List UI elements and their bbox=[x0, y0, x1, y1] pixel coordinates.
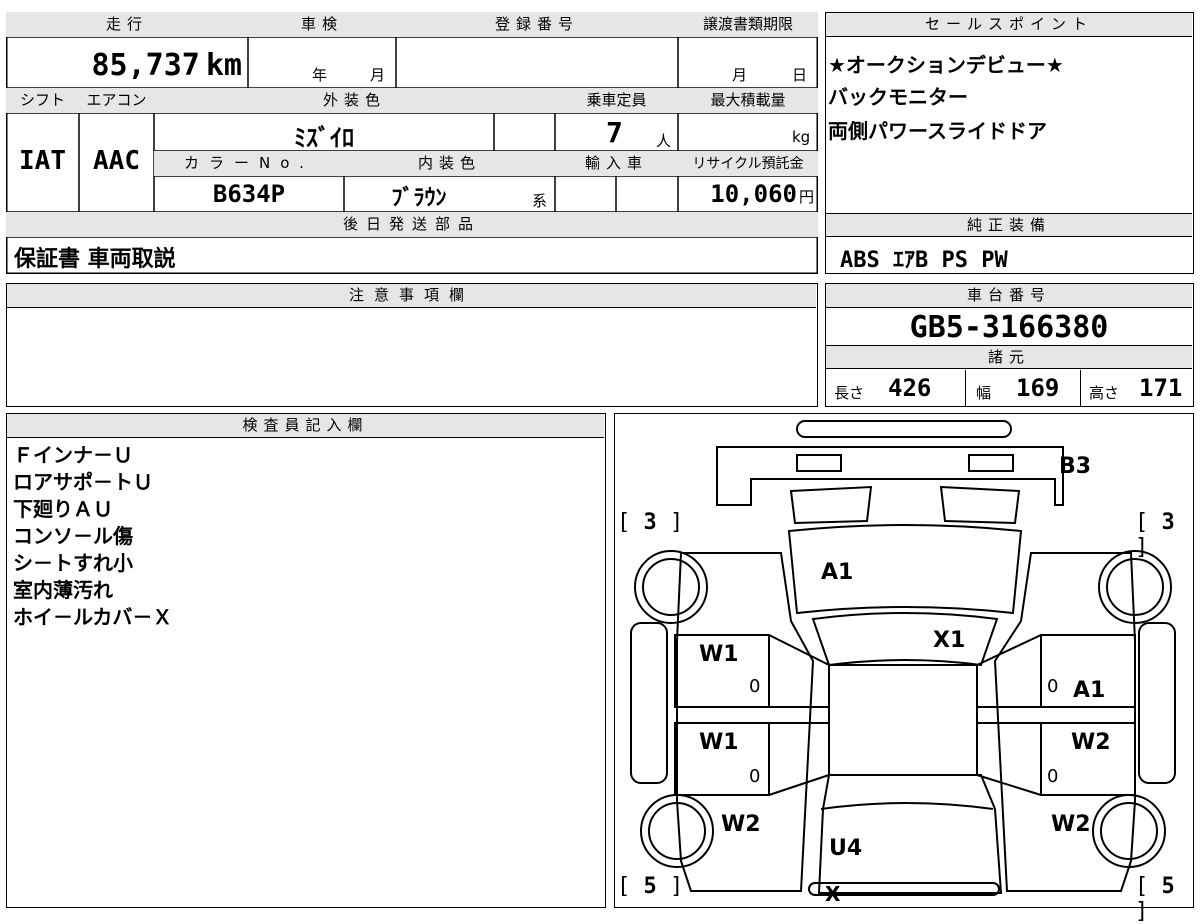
exterior-color-header: 外装色 bbox=[154, 88, 555, 113]
spec-length-cell: 長さ 426 bbox=[826, 370, 966, 406]
hood-damage-code: X1 bbox=[933, 628, 966, 653]
mileage-unit: km bbox=[205, 48, 242, 83]
chassis-box: 車台番号 GB5-3166380 諸元 長さ 426 幅 169 高さ 171 bbox=[825, 283, 1194, 407]
transfer-deadline-header: 譲渡書類期限 bbox=[678, 12, 818, 37]
vehicle-info-table: 走行 車検 登録番号 譲渡書類期限 85,737 km 年 月 月 日 シフト エ… bbox=[6, 12, 818, 274]
left-rear-door-code: W1 bbox=[699, 730, 739, 755]
inspector-line: 下廻りＡＵ bbox=[13, 497, 113, 521]
interior-color-header: 内装色 bbox=[344, 151, 555, 176]
left-front-door-code: W1 bbox=[699, 642, 739, 667]
inspector-line: 室内薄汚れ bbox=[13, 578, 113, 602]
recycle-fee-unit: 円 bbox=[798, 188, 814, 206]
door-marker-zero: 0 bbox=[1047, 766, 1059, 787]
front-damage-code: U4 bbox=[829, 836, 863, 861]
mileage-value: 85,737 km bbox=[6, 48, 243, 83]
right-front-fender-code: W2 bbox=[1051, 812, 1091, 837]
shift-header: シフト bbox=[6, 88, 79, 113]
standard-equipment-header: 純正装備 bbox=[826, 213, 1192, 237]
reg-number-header: 登録番号 bbox=[396, 12, 678, 37]
spec-width-value: 169 bbox=[1016, 374, 1060, 402]
import-header: 輸入車 bbox=[555, 151, 678, 176]
left-front-fender-code: W2 bbox=[721, 812, 761, 837]
shift-value: IAT bbox=[19, 146, 66, 176]
aircon-value: AAC bbox=[93, 146, 140, 176]
door-marker-zero: 0 bbox=[749, 676, 761, 697]
sales-points-box: セールスポイント ★オークションデビュー★ バックモニター 両側パワースライドド… bbox=[825, 12, 1194, 274]
notes-box: 注意事項欄 bbox=[6, 283, 818, 407]
spec-length-label: 長さ bbox=[834, 384, 865, 402]
inspector-box: 検査員記入欄 Ｆインナ－Ｕ ロアサポ－トＵ 下廻りＡＵ コンソ－ル傷 シ－トすれ… bbox=[6, 413, 606, 908]
recycle-header: リサイクル預託金 bbox=[678, 151, 818, 176]
capacity-header: 乗車定員 bbox=[555, 88, 678, 113]
tread-front-left: [ 3 ] bbox=[617, 510, 684, 535]
sales-point-2: バックモニター bbox=[828, 85, 968, 109]
right-front-door-code: A1 bbox=[1073, 678, 1106, 703]
deadline-month-label: 月 bbox=[732, 66, 748, 84]
tread-rear-right-value: 5 bbox=[1161, 874, 1175, 899]
spec-width-label: 幅 bbox=[976, 384, 992, 402]
inspector-line: シ－トすれ小 bbox=[13, 551, 133, 575]
door-marker-zero: 0 bbox=[749, 766, 761, 787]
spec-height-value: 171 bbox=[1139, 374, 1183, 402]
interior-color-value: ﾌﾞﾗｳﾝ bbox=[391, 186, 447, 211]
notes-header: 注意事項欄 bbox=[7, 284, 816, 308]
deadline-day-label: 日 bbox=[792, 66, 808, 84]
sales-point-1: ★オークションデビュー★ bbox=[828, 53, 1064, 77]
inspector-header: 検査員記入欄 bbox=[7, 414, 604, 438]
damage-diagram-box: B3 [ 3 ] [ 3 ] [ 5 ] [ 5 ] A1 X1 W1 W1 A… bbox=[614, 413, 1194, 924]
capacity-value: 7 bbox=[606, 116, 623, 149]
door-marker-zero: 0 bbox=[1047, 676, 1059, 697]
sales-point-3: 両側パワースライドドア bbox=[828, 119, 1047, 143]
right-rear-door-code: W2 bbox=[1071, 730, 1111, 755]
tread-rear-right: [ 5 ] bbox=[1135, 874, 1175, 924]
inspection-header: 車検 bbox=[248, 12, 396, 37]
capacity-unit: 人 bbox=[656, 132, 672, 150]
tread-rear-left-value: 5 bbox=[643, 874, 657, 899]
chassis-header: 車台番号 bbox=[826, 284, 1192, 308]
standard-equipment-value: ABS ｴｱB PS PW bbox=[840, 248, 1008, 273]
mileage-number: 85,737 bbox=[91, 48, 200, 83]
inspection-month-label: 月 bbox=[370, 66, 386, 84]
inspector-line: ホイ－ルカバ－Ｘ bbox=[13, 605, 173, 629]
inspector-line: ロアサポ－トＵ bbox=[13, 470, 153, 494]
spec-width-cell: 幅 169 bbox=[966, 370, 1081, 406]
load-unit: kg bbox=[792, 128, 811, 146]
later-parts-header: 後日発送部品 bbox=[6, 212, 818, 237]
inspector-lines: Ｆインナ－Ｕ ロアサポ－トＵ 下廻りＡＵ コンソ－ル傷 シ－トすれ小 室内薄汚れ… bbox=[13, 442, 172, 631]
color-no-value: B634P bbox=[212, 180, 286, 208]
spec-height-label: 高さ bbox=[1089, 384, 1120, 402]
inspector-line: コンソ－ル傷 bbox=[13, 524, 133, 548]
tread-front-right: [ 3 ] bbox=[1135, 510, 1175, 560]
exterior-color-value: ﾐｽﾞｲﾛ bbox=[294, 124, 354, 152]
rear-damage-code: B3 bbox=[1059, 454, 1092, 479]
color-no-header: カラーNo. bbox=[154, 151, 344, 176]
spec-height-cell: 高さ 171 bbox=[1081, 370, 1192, 406]
max-load-header: 最大積載量 bbox=[678, 88, 818, 113]
roof-damage-code: A1 bbox=[821, 560, 854, 585]
aircon-header: エアコン bbox=[79, 88, 154, 113]
chassis-number: GB5-3166380 bbox=[909, 310, 1109, 345]
tread-front-left-value: 3 bbox=[643, 510, 657, 535]
interior-color-suffix: 系 bbox=[532, 192, 548, 210]
recycle-fee-number: 10,060 bbox=[710, 180, 797, 208]
specs-header: 諸元 bbox=[826, 345, 1192, 369]
tread-rear-left: [ 5 ] bbox=[617, 874, 684, 899]
tread-front-right-value: 3 bbox=[1161, 510, 1175, 535]
mileage-header: 走行 bbox=[6, 12, 248, 37]
later-parts-value: 保証書 車両取説 bbox=[14, 247, 176, 272]
spec-length-value: 426 bbox=[888, 374, 932, 402]
recycle-fee-value: 10,060 円 bbox=[678, 180, 814, 208]
inspection-year-label: 年 bbox=[312, 66, 328, 84]
front-bumper-code: X bbox=[825, 882, 841, 906]
inspector-line: Ｆインナ－Ｕ bbox=[13, 443, 133, 467]
sales-points-header: セールスポイント bbox=[826, 13, 1192, 37]
